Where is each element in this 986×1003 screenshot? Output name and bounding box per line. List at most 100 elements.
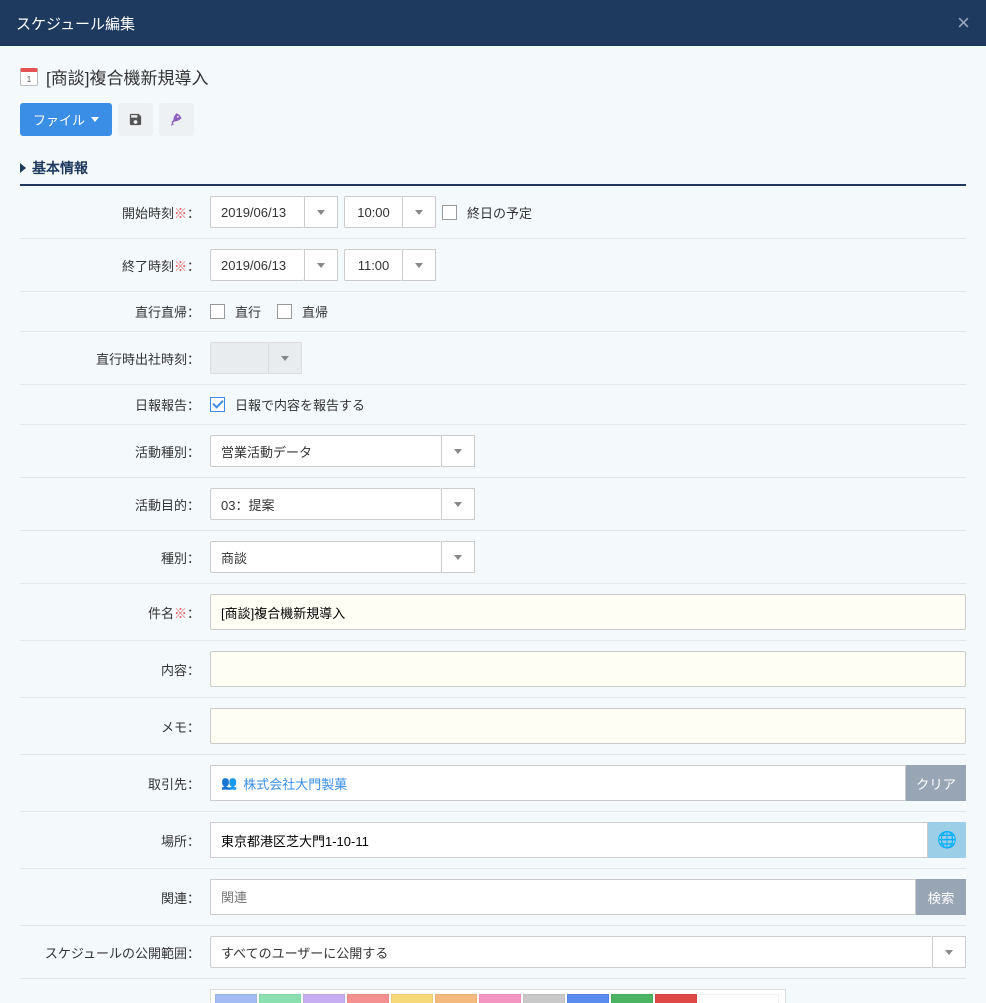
color-swatch[interactable] <box>523 994 565 1003</box>
color-swatch[interactable] <box>567 994 609 1003</box>
label-place: 場所： <box>20 831 210 850</box>
category-dropdown[interactable] <box>441 541 475 573</box>
content-input[interactable] <box>210 651 966 687</box>
start-time-group: 10:00 <box>344 196 436 228</box>
subject-input[interactable] <box>210 594 966 630</box>
scope-select[interactable]: すべてのユーザーに公開する <box>210 936 966 968</box>
end-date-input[interactable]: 2019/06/13 <box>210 249 304 281</box>
direct-return-checkbox[interactable] <box>277 304 292 319</box>
start-date-group: 2019/06/13 <box>210 196 338 228</box>
label-start: 開始時刻※： <box>20 203 210 222</box>
schedule-edit-modal: スケジュール編集 × [商談]複合機新規導入 ファイル <box>0 0 986 1003</box>
chevron-down-icon <box>945 950 953 955</box>
close-icon[interactable]: × <box>957 10 970 36</box>
row-report: 日報報告： 日報で内容を報告する <box>20 385 966 425</box>
start-date-input[interactable]: 2019/06/13 <box>210 196 304 228</box>
client-field[interactable]: 👥 株式会社大門製菓 <box>210 765 906 801</box>
activity-type-select[interactable]: 営業活動データ <box>210 435 475 467</box>
end-date-dropdown[interactable] <box>304 249 338 281</box>
chevron-down-icon <box>91 117 99 122</box>
label-scope: スケジュールの公開範囲： <box>20 943 210 962</box>
related-input[interactable] <box>210 879 916 915</box>
page-title: [商談]複合機新規導入 <box>46 64 208 89</box>
row-place: 場所： 🌐 <box>20 812 966 869</box>
row-scope: スケジュールの公開範囲： すべてのユーザーに公開する <box>20 926 966 979</box>
color-swatch-none[interactable] <box>699 994 779 1003</box>
search-button[interactable]: 検索 <box>916 879 966 915</box>
section-basic-header[interactable]: 基本情報 <box>20 158 966 186</box>
category-select[interactable]: 商談 <box>210 541 475 573</box>
scope-value: すべてのユーザーに公開する <box>210 936 932 968</box>
label-subject: 件名※： <box>20 603 210 622</box>
scope-dropdown[interactable] <box>932 936 966 968</box>
label-category: 種別： <box>20 548 210 567</box>
color-swatch[interactable] <box>215 994 257 1003</box>
end-date-group: 2019/06/13 <box>210 249 338 281</box>
report-label: 日報で内容を報告する <box>235 395 365 414</box>
client-link[interactable]: 株式会社大門製菓 <box>243 774 347 793</box>
direct-arrive-input <box>210 342 268 374</box>
activity-type-value: 営業活動データ <box>210 435 441 467</box>
row-content: 内容： <box>20 641 966 698</box>
row-direct: 直行直帰： 直行 直帰 <box>20 292 966 332</box>
direct-go-label: 直行 <box>235 302 261 321</box>
toolbar: ファイル <box>20 103 966 136</box>
chevron-right-icon <box>20 163 26 173</box>
direct-go-checkbox[interactable] <box>210 304 225 319</box>
row-start: 開始時刻※： 2019/06/13 10:00 終日の予定 <box>20 186 966 239</box>
report-checkbox[interactable] <box>210 397 225 412</box>
color-swatch[interactable] <box>479 994 521 1003</box>
label-activity-type: 活動種別： <box>20 442 210 461</box>
row-subject: 件名※： <box>20 584 966 641</box>
place-input[interactable] <box>210 822 928 858</box>
color-swatch[interactable] <box>655 994 697 1003</box>
file-label: ファイル <box>33 110 85 129</box>
file-button[interactable]: ファイル <box>20 103 112 136</box>
end-time-input[interactable]: 11:00 <box>344 249 402 281</box>
clear-button[interactable]: クリア <box>906 765 966 801</box>
color-swatch[interactable] <box>611 994 653 1003</box>
direct-return-label: 直帰 <box>302 302 328 321</box>
save-button[interactable] <box>118 103 153 136</box>
activity-purpose-select[interactable]: 03：提案 <box>210 488 475 520</box>
memo-input[interactable] <box>210 708 966 744</box>
modal-body[interactable]: [商談]複合機新規導入 ファイル 基本情報 <box>0 46 986 1003</box>
row-end: 終了時刻※： 2019/06/13 11:00 <box>20 239 966 292</box>
color-swatch[interactable] <box>259 994 301 1003</box>
label-report: 日報報告： <box>20 395 210 414</box>
start-time-input[interactable]: 10:00 <box>344 196 402 228</box>
activity-purpose-dropdown[interactable] <box>441 488 475 520</box>
rocket-icon <box>169 112 184 127</box>
end-time-dropdown[interactable] <box>402 249 436 281</box>
map-button[interactable]: 🌐 <box>928 822 966 858</box>
people-icon: 👥 <box>221 775 237 791</box>
save-icon <box>128 112 143 127</box>
color-swatch[interactable] <box>391 994 433 1003</box>
row-direct-arrive: 直行時出社時刻： <box>20 332 966 385</box>
color-swatch[interactable] <box>303 994 345 1003</box>
start-date-dropdown[interactable] <box>304 196 338 228</box>
color-swatch[interactable] <box>435 994 477 1003</box>
allday-checkbox[interactable] <box>442 205 457 220</box>
globe-icon: 🌐 <box>937 830 957 850</box>
activity-purpose-value: 03：提案 <box>210 488 441 520</box>
page-title-row: [商談]複合機新規導入 <box>20 64 966 89</box>
row-activity-type: 活動種別： 営業活動データ <box>20 425 966 478</box>
color-palette <box>210 989 786 1003</box>
calendar-icon <box>20 68 38 86</box>
chevron-down-icon <box>454 502 462 507</box>
color-swatch[interactable] <box>347 994 389 1003</box>
launch-button[interactable] <box>159 103 194 136</box>
chevron-down-icon <box>454 449 462 454</box>
chevron-down-icon <box>454 555 462 560</box>
label-client: 取引先： <box>20 774 210 793</box>
row-bgcolor: カレンダーの背景色： （Googleカレンダー連携時の背景色にもなります。） <box>20 979 966 1003</box>
row-related: 関連： 検索 <box>20 869 966 926</box>
direct-arrive-dropdown <box>268 342 302 374</box>
start-time-dropdown[interactable] <box>402 196 436 228</box>
chevron-down-icon <box>415 263 423 268</box>
activity-type-dropdown[interactable] <box>441 435 475 467</box>
allday-label: 終日の予定 <box>467 203 532 222</box>
label-activity-purpose: 活動目的： <box>20 495 210 514</box>
modal-header: スケジュール編集 × <box>0 0 986 46</box>
